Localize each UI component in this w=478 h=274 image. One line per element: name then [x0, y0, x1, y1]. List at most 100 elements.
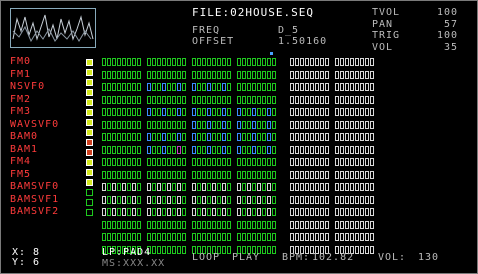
step-cell[interactable]	[310, 95, 314, 104]
step-cell[interactable]	[295, 58, 299, 67]
step-cell[interactable]	[262, 58, 266, 67]
step-cell[interactable]	[305, 158, 309, 167]
step-cell[interactable]	[345, 120, 349, 129]
step-cell[interactable]	[262, 170, 266, 179]
step-cell[interactable]	[132, 208, 136, 217]
step-cell[interactable]	[345, 233, 349, 242]
step-cell[interactable]	[222, 83, 226, 92]
step-cell[interactable]	[222, 158, 226, 167]
step-cell[interactable]	[315, 208, 319, 217]
step-cell[interactable]	[117, 58, 121, 67]
step-cell[interactable]	[167, 170, 171, 179]
step-cell[interactable]	[315, 83, 319, 92]
step-cell[interactable]	[227, 58, 231, 67]
step-cell[interactable]	[360, 70, 364, 79]
step-cell[interactable]	[152, 83, 156, 92]
step-cell[interactable]	[340, 95, 344, 104]
step-cell[interactable]	[360, 58, 364, 67]
step-cell[interactable]	[167, 108, 171, 117]
step-cell[interactable]	[310, 108, 314, 117]
track-mute-led[interactable]	[86, 149, 93, 156]
step-cell[interactable]	[117, 208, 121, 217]
step-cell[interactable]	[237, 58, 241, 67]
step-cell[interactable]	[107, 170, 111, 179]
step-cell[interactable]	[355, 95, 359, 104]
step-cell[interactable]	[242, 70, 246, 79]
step-cell[interactable]	[272, 233, 276, 242]
step-cell[interactable]	[182, 170, 186, 179]
step-cell[interactable]	[117, 158, 121, 167]
step-cell[interactable]	[152, 145, 156, 154]
step-cell[interactable]	[247, 158, 251, 167]
step-cell[interactable]	[152, 95, 156, 104]
step-cell[interactable]	[197, 170, 201, 179]
step-cell[interactable]	[117, 170, 121, 179]
step-cell[interactable]	[290, 183, 294, 192]
step-cell[interactable]	[167, 245, 171, 254]
step-cell[interactable]	[350, 133, 354, 142]
step-cell[interactable]	[222, 220, 226, 229]
step-cell[interactable]	[172, 158, 176, 167]
step-cell[interactable]	[242, 58, 246, 67]
step-cell[interactable]	[107, 133, 111, 142]
step-cell[interactable]	[310, 58, 314, 67]
step-cell[interactable]	[295, 133, 299, 142]
step-cell[interactable]	[212, 208, 216, 217]
step-cell[interactable]	[197, 83, 201, 92]
step-cell[interactable]	[157, 195, 161, 204]
step-cell[interactable]	[325, 183, 329, 192]
step-cell[interactable]	[325, 145, 329, 154]
step-cell[interactable]	[172, 183, 176, 192]
step-cell[interactable]	[177, 245, 181, 254]
step-cell[interactable]	[132, 220, 136, 229]
step-cell[interactable]	[262, 220, 266, 229]
step-cell[interactable]	[355, 133, 359, 142]
step-cell[interactable]	[137, 170, 141, 179]
step-cell[interactable]	[182, 145, 186, 154]
step-cell[interactable]	[107, 158, 111, 167]
step-cell[interactable]	[177, 220, 181, 229]
step-cell[interactable]	[132, 120, 136, 129]
step-cell[interactable]	[350, 83, 354, 92]
step-cell[interactable]	[197, 108, 201, 117]
step-cell[interactable]	[300, 133, 304, 142]
step-cell[interactable]	[192, 108, 196, 117]
step-cell[interactable]	[325, 208, 329, 217]
step-cell[interactable]	[162, 183, 166, 192]
step-cell[interactable]	[242, 208, 246, 217]
step-cell[interactable]	[107, 145, 111, 154]
step-cell[interactable]	[305, 120, 309, 129]
step-cell[interactable]	[365, 58, 369, 67]
step-cell[interactable]	[257, 58, 261, 67]
step-cell[interactable]	[310, 158, 314, 167]
step-cell[interactable]	[272, 58, 276, 67]
step-cell[interactable]	[370, 145, 374, 154]
step-cell[interactable]	[370, 133, 374, 142]
step-cell[interactable]	[162, 120, 166, 129]
step-cell[interactable]	[315, 120, 319, 129]
step-cell[interactable]	[202, 220, 206, 229]
step-cell[interactable]	[182, 220, 186, 229]
step-cell[interactable]	[117, 220, 121, 229]
step-cell[interactable]	[117, 183, 121, 192]
step-cell[interactable]	[137, 120, 141, 129]
step-cell[interactable]	[122, 58, 126, 67]
step-cell[interactable]	[320, 95, 324, 104]
step-cell[interactable]	[172, 133, 176, 142]
step-cell[interactable]	[262, 145, 266, 154]
step-cell[interactable]	[247, 133, 251, 142]
step-cell[interactable]	[272, 170, 276, 179]
step-cell[interactable]	[112, 95, 116, 104]
step-cell[interactable]	[267, 95, 271, 104]
step-cell[interactable]	[147, 133, 151, 142]
track-name[interactable]	[10, 219, 59, 232]
step-cell[interactable]	[177, 133, 181, 142]
step-cell[interactable]	[340, 183, 344, 192]
step-cell[interactable]	[272, 195, 276, 204]
step-cell[interactable]	[212, 145, 216, 154]
step-cell[interactable]	[315, 233, 319, 242]
step-cell[interactable]	[272, 183, 276, 192]
step-cell[interactable]	[112, 233, 116, 242]
step-cell[interactable]	[177, 58, 181, 67]
step-cell[interactable]	[252, 220, 256, 229]
